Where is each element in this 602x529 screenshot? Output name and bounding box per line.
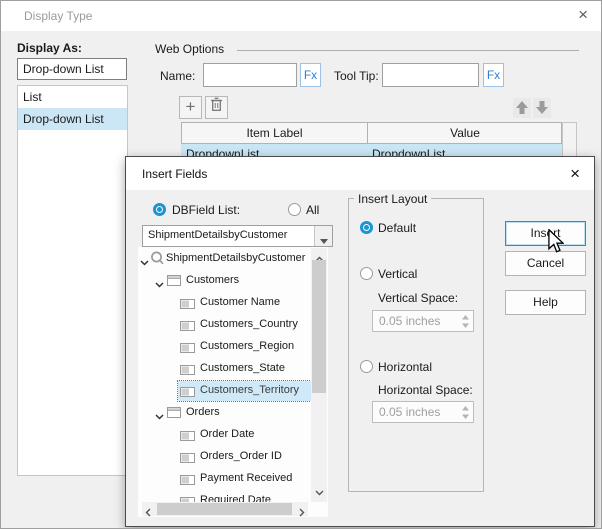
chevron-down-icon[interactable] xyxy=(155,409,164,423)
vertical-radio-label[interactable]: Vertical xyxy=(378,267,417,281)
tree-item-field[interactable]: Customers_Country xyxy=(138,314,311,336)
all-radio-label[interactable]: All xyxy=(306,203,319,217)
web-options-label: Web Options xyxy=(155,42,225,56)
plus-icon: + xyxy=(185,97,196,116)
insert-layout-label: Insert Layout xyxy=(354,192,432,206)
value-column-header[interactable]: Value xyxy=(368,123,562,143)
delete-item-button[interactable] xyxy=(205,96,228,119)
name-label: Name: xyxy=(160,69,196,83)
tooltip-input[interactable] xyxy=(382,63,479,87)
display-as-field[interactable]: Drop-down List xyxy=(17,58,127,80)
name-input[interactable] xyxy=(203,63,297,87)
list-item[interactable]: List xyxy=(18,86,127,108)
table-icon xyxy=(167,275,181,289)
mouse-cursor-icon xyxy=(547,228,565,257)
scroll-right-icon[interactable] xyxy=(299,506,305,520)
vertical-space-label: Vertical Space: xyxy=(378,291,459,305)
items-table-header: Item Label Value xyxy=(181,122,562,144)
help-button[interactable]: Help xyxy=(505,290,586,315)
field-icon xyxy=(180,430,195,444)
close-icon[interactable]: × xyxy=(570,164,580,184)
dropdown-arrow-icon[interactable] xyxy=(314,226,332,246)
horizontal-space-value: 0.05 inches xyxy=(379,405,441,419)
horizontal-space-label: Horizontal Space: xyxy=(378,383,473,397)
list-item-selected[interactable]: Drop-down List xyxy=(18,108,127,130)
tree-item-root[interactable]: ShipmentDetailsbyCustomer xyxy=(138,248,311,270)
field-icon xyxy=(180,386,195,400)
tree-item-field[interactable]: Customers_State xyxy=(138,358,311,380)
tree-vertical-scrollbar[interactable] xyxy=(311,248,327,502)
scroll-left-icon[interactable] xyxy=(145,506,151,520)
spinner-arrows-icon[interactable] xyxy=(462,315,469,331)
datasource-dropdown[interactable]: ShipmentDetailsbyCustomer xyxy=(142,225,333,247)
web-options-divider xyxy=(237,50,579,51)
field-icon xyxy=(180,298,195,312)
tree-item-field[interactable]: Payment Received xyxy=(138,468,311,490)
scrollbar-thumb[interactable] xyxy=(157,503,292,515)
chevron-down-icon[interactable] xyxy=(140,255,149,269)
horizontal-space-spinner[interactable]: 0.05 inches xyxy=(372,401,474,423)
field-icon xyxy=(180,320,195,334)
default-radio-label[interactable]: Default xyxy=(378,221,416,235)
tree-item-field[interactable]: Customer Name xyxy=(138,292,311,314)
insert-button[interactable]: Insert xyxy=(505,221,586,246)
dbfield-list-radio-label[interactable]: DBField List: xyxy=(172,203,240,217)
trash-icon xyxy=(210,97,223,115)
insert-fields-title: Insert Fields xyxy=(142,167,208,181)
all-radio[interactable] xyxy=(288,203,301,216)
horizontal-radio-label[interactable]: Horizontal xyxy=(378,360,432,374)
display-as-label: Display As: xyxy=(17,41,82,55)
tree-item-field[interactable]: Orders_Order ID xyxy=(138,446,311,468)
display-type-list: List Drop-down List xyxy=(17,85,128,476)
scrollbar-thumb[interactable] xyxy=(312,260,326,393)
arrow-up-icon xyxy=(515,101,529,118)
tooltip-label: Tool Tip: xyxy=(334,69,379,83)
screen: Display Type × Display As: Drop-down Lis… xyxy=(0,0,602,529)
close-icon[interactable]: × xyxy=(578,5,588,25)
display-type-title: Display Type xyxy=(24,9,93,23)
insert-layout-group xyxy=(348,198,484,492)
query-icon xyxy=(150,251,165,269)
item-label-column-header[interactable]: Item Label xyxy=(182,123,368,143)
move-up-button[interactable] xyxy=(513,98,531,118)
field-icon xyxy=(180,342,195,356)
vertical-space-value: 0.05 inches xyxy=(379,314,441,328)
tree-item-customers[interactable]: Customers xyxy=(138,270,311,292)
field-icon xyxy=(180,474,195,488)
field-icon xyxy=(180,452,195,466)
vertical-space-spinner[interactable]: 0.05 inches xyxy=(372,310,474,332)
scroll-down-icon[interactable] xyxy=(315,485,324,499)
name-fx-button[interactable]: Fx xyxy=(300,63,321,87)
add-item-button[interactable]: + xyxy=(179,96,202,119)
table-icon xyxy=(167,407,181,421)
chevron-down-icon[interactable] xyxy=(155,277,164,291)
cancel-button[interactable]: Cancel xyxy=(505,251,586,276)
default-radio[interactable] xyxy=(360,221,373,234)
tree-horizontal-scrollbar[interactable] xyxy=(142,502,308,517)
field-icon xyxy=(180,364,195,378)
vertical-radio[interactable] xyxy=(360,267,373,280)
tree-item-field[interactable]: Customers_Region xyxy=(138,336,311,358)
tree-item-field-selected[interactable]: Customers_Territory xyxy=(138,380,312,402)
tree-item-orders[interactable]: Orders xyxy=(138,402,311,424)
move-down-button[interactable] xyxy=(533,98,551,118)
arrow-down-icon xyxy=(535,101,549,118)
tooltip-fx-button[interactable]: Fx xyxy=(483,63,504,87)
dbfield-list-radio[interactable] xyxy=(153,203,166,216)
spinner-arrows-icon[interactable] xyxy=(462,406,469,422)
horizontal-radio[interactable] xyxy=(360,360,373,373)
insert-fields-dialog: Insert Fields × DBField List: All Shipme… xyxy=(125,156,595,527)
tree-item-field[interactable]: Order Date xyxy=(138,424,311,446)
datasource-dropdown-value: ShipmentDetailsbyCustomer xyxy=(148,229,288,241)
